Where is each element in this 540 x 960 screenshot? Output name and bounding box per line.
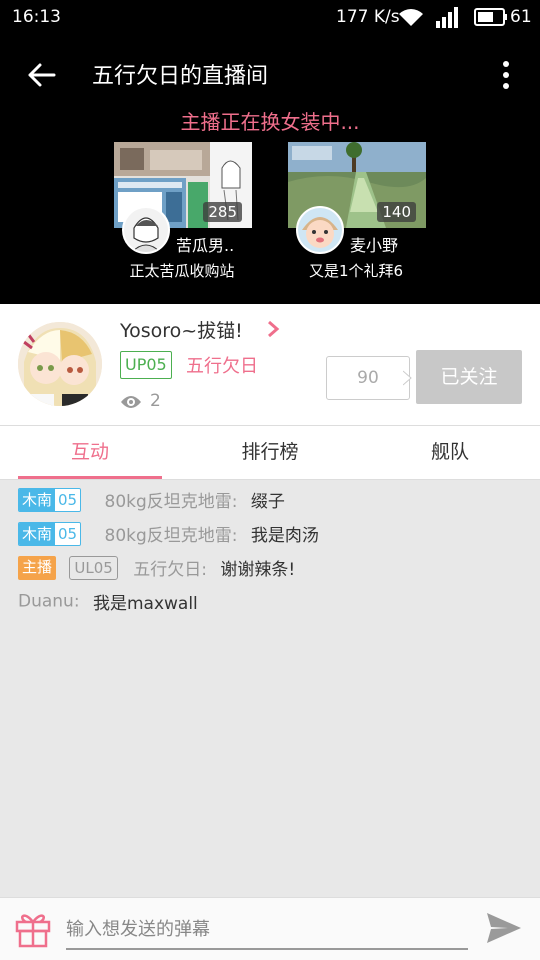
send-icon[interactable] — [486, 912, 522, 944]
chat-message: 木南 05 80kg反坦克地雷: 我是肉汤 — [18, 521, 319, 547]
chat-sender[interactable]: Duanu: — [18, 592, 80, 612]
avatar — [296, 206, 344, 254]
streamer-name: 五行欠日 — [186, 356, 258, 377]
status-time: 16:13 — [12, 7, 61, 27]
chat-text: 我是肉汤 — [250, 526, 319, 546]
fan-medal-badge: 木南 05 — [18, 521, 82, 546]
room-name: 正太苦瓜收购站 — [129, 262, 235, 280]
tab-active-indicator — [18, 476, 162, 479]
chevron-right-icon[interactable] — [266, 320, 280, 338]
fan-medal-level: 05 — [55, 522, 81, 545]
eye-icon — [121, 396, 141, 408]
danmaku-input-bar — [0, 897, 540, 960]
user-level-badge: UL05 — [69, 555, 118, 580]
streamer-info-panel: Yosoro~拔锚! UP05 五行欠日 2 90 已关注 — [0, 304, 540, 426]
chat-list[interactable]: 木南 05 80kg反坦克地雷: 缀子 木南 05 80kg反坦克地雷: 我是肉汤 … — [0, 481, 540, 897]
chat-sender[interactable]: 五行欠日: — [133, 560, 207, 580]
viewer-count-badge: 140 — [377, 202, 416, 222]
chat-message: Duanu: 我是maxwall — [18, 589, 198, 615]
tab-ranking[interactable]: 排行榜 — [198, 426, 342, 480]
stream-title[interactable]: Yosoro~拔锚! — [120, 316, 243, 343]
more-menu-icon[interactable] — [496, 58, 516, 92]
streamer-level-badge: UP05 — [120, 351, 172, 379]
viewer-count: 2 — [150, 391, 161, 411]
fan-medal-name: 木南 — [19, 488, 56, 511]
chat-sender[interactable]: 80kg反坦克地雷: — [105, 526, 238, 546]
chat-sender[interactable]: 80kg反坦克地雷: — [105, 492, 238, 512]
chat-message: 主播 UL05 五行欠日: 谢谢辣条! — [18, 555, 295, 581]
fan-medal-badge: 木南 05 — [18, 487, 82, 512]
danmaku-input[interactable] — [66, 910, 468, 950]
fan-medal-name: 木南 — [19, 522, 56, 545]
chat-message: 木南 05 80kg反坦克地雷: 缀子 — [18, 487, 285, 513]
signal-icon — [436, 7, 458, 28]
network-speed: 177 K/s — [336, 7, 400, 27]
battery-level: 61 — [510, 7, 532, 27]
live-room-header: 五行欠日的直播间 主播正在换女装中... 285 苦瓜男.. 正太苦瓜收购站 1… — [0, 34, 540, 304]
chat-text: 我是maxwall — [92, 594, 198, 614]
streamer-name: 苦瓜男.. — [176, 236, 235, 255]
fan-medal-level: 05 — [55, 488, 81, 511]
recommended-room-card[interactable]: 140 麦小野 又是1个礼拜6 — [286, 142, 446, 282]
follow-button[interactable]: 已关注 — [416, 350, 522, 404]
wifi-icon — [399, 9, 423, 26]
room-tabs: 互动 排行榜 舰队 — [0, 426, 540, 480]
room-name: 又是1个礼拜6 — [308, 262, 404, 280]
tab-fleet[interactable]: 舰队 — [378, 426, 522, 480]
page-title: 五行欠日的直播间 — [92, 64, 269, 89]
host-badge: 主播 — [18, 555, 57, 580]
avatar — [122, 206, 170, 254]
speech-pointer-icon — [403, 370, 412, 386]
streamer-name: 麦小野 — [350, 236, 399, 255]
offline-banner: 主播正在换女装中... — [180, 110, 360, 134]
viewer-count-badge: 285 — [203, 202, 242, 222]
back-arrow-icon[interactable] — [26, 60, 56, 90]
recommended-room-card[interactable]: 285 苦瓜男.. 正太苦瓜收购站 — [112, 142, 272, 282]
follower-count: 90 — [326, 356, 410, 400]
gift-icon[interactable] — [14, 908, 52, 948]
chat-text: 缀子 — [250, 492, 285, 512]
streamer-avatar[interactable] — [18, 322, 102, 406]
tab-interaction[interactable]: 互动 — [18, 426, 162, 480]
status-bar: 16:13 177 K/s 61 — [0, 0, 540, 34]
chat-text: 谢谢辣条! — [220, 560, 296, 580]
battery-icon — [474, 8, 507, 26]
